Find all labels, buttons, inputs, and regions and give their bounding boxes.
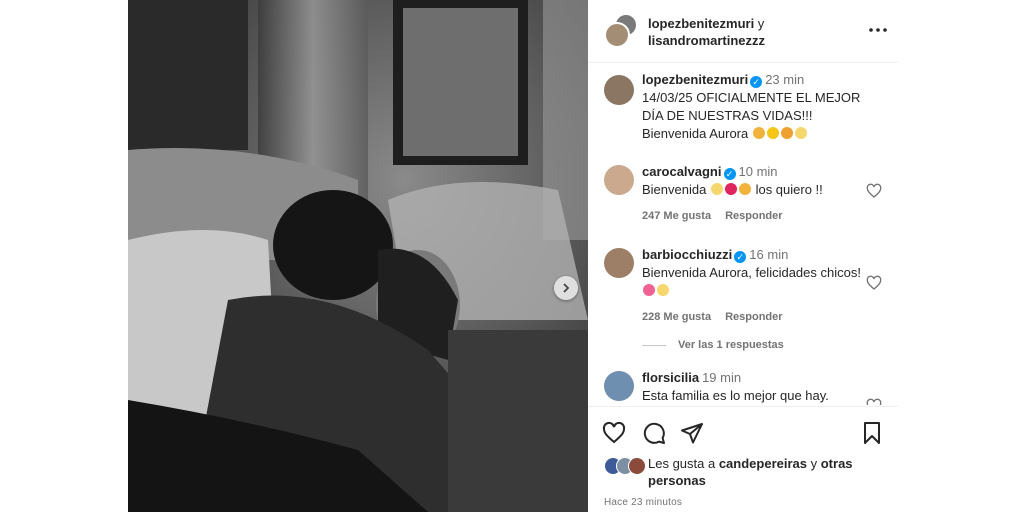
sparkles-icon [657, 284, 669, 296]
post-timestamp[interactable]: Hace 23 minutos [604, 497, 682, 508]
coauthor-username[interactable]: lisandromartinezzz [648, 33, 765, 48]
avatar[interactable] [604, 75, 634, 105]
comment-icon[interactable] [642, 421, 666, 445]
heart-icon[interactable] [866, 183, 882, 199]
avatar[interactable] [604, 248, 634, 278]
author-username[interactable]: lopezbenitezmuri [648, 16, 754, 31]
post-authors: lopezbenitezmuri y lisandromartinezzz [648, 15, 765, 49]
face-emoji-icon [738, 183, 751, 195]
reply-button[interactable]: Responder [725, 210, 782, 222]
caption-text: 14/03/25 OFICIALMENTE EL MEJOR DÍA DE NU… [642, 90, 861, 141]
comment-text: Bienvenida Aurora, felicidades chicos! [642, 265, 861, 280]
comment-username[interactable]: carocalvagni [642, 164, 722, 179]
comment-username[interactable]: florsicilia [642, 370, 699, 385]
likes-middle: y [807, 456, 821, 471]
heart-icon[interactable] [866, 275, 882, 291]
comment-time: 16 min [749, 247, 789, 262]
view-replies-button[interactable]: Ver las 1 respuestas [642, 339, 784, 351]
face-emoji-icon [752, 127, 765, 139]
verified-icon: ✓ [750, 76, 763, 88]
comment-text: Esta familia es lo mejor que hay. [642, 388, 829, 403]
chevron-right-icon [563, 283, 570, 293]
post-panel: lopezbenitezmuri y lisandromartinezzz lo… [588, 0, 898, 512]
heart-icon[interactable] [602, 421, 626, 445]
likes-prefix: Les gusta a [648, 456, 719, 471]
post-actions: Les gusta a candepereiras y otras person… [588, 406, 898, 513]
comment-likes[interactable]: 228 Me gusta [642, 311, 711, 323]
comment-text: Bienvenida [642, 182, 707, 197]
comment-likes[interactable]: 247 Me gusta [642, 210, 711, 222]
avatar[interactable] [604, 165, 634, 195]
next-photo-button[interactable] [554, 276, 578, 300]
verified-icon: ✓ [723, 168, 736, 180]
reply-button[interactable]: Responder [725, 311, 782, 323]
pink-heart-icon [643, 284, 655, 296]
heart-icon[interactable] [866, 398, 882, 405]
comment-username[interactable]: barbiocchiuzzi [642, 247, 732, 262]
ribbon-icon [724, 183, 737, 195]
bookmark-icon[interactable] [860, 421, 884, 445]
comment-text-tail: los quiero !! [755, 182, 823, 197]
comments-list[interactable]: lopezbenitezmuri ✓ 23 min 14/03/25 OFICIAL… [588, 63, 898, 405]
post-photo[interactable] [128, 0, 588, 512]
comment-time: 19 min [702, 370, 742, 385]
post-header: lopezbenitezmuri y lisandromartinezzz [588, 0, 898, 63]
photo-image [128, 0, 588, 512]
post-modal: lopezbenitezmuri y lisandromartinezzz lo… [128, 0, 898, 512]
verified-icon: ✓ [734, 251, 747, 263]
sparkles-icon [710, 183, 723, 195]
avatar [628, 457, 646, 475]
yellow-heart-icon [766, 127, 779, 139]
avatar[interactable] [604, 22, 630, 48]
comment-time: 10 min [738, 164, 778, 179]
more-icon[interactable] [866, 20, 890, 40]
liker-username[interactable]: candepereiras [719, 456, 807, 471]
share-icon[interactable] [680, 421, 704, 445]
heart-eyes-emoji-icon [780, 127, 793, 139]
sparkles-icon [794, 127, 807, 139]
avatar[interactable] [604, 371, 634, 401]
authors-connector: y [754, 16, 765, 31]
caption-time: 23 min [765, 72, 805, 87]
caption-username[interactable]: lopezbenitezmuri [642, 72, 748, 87]
